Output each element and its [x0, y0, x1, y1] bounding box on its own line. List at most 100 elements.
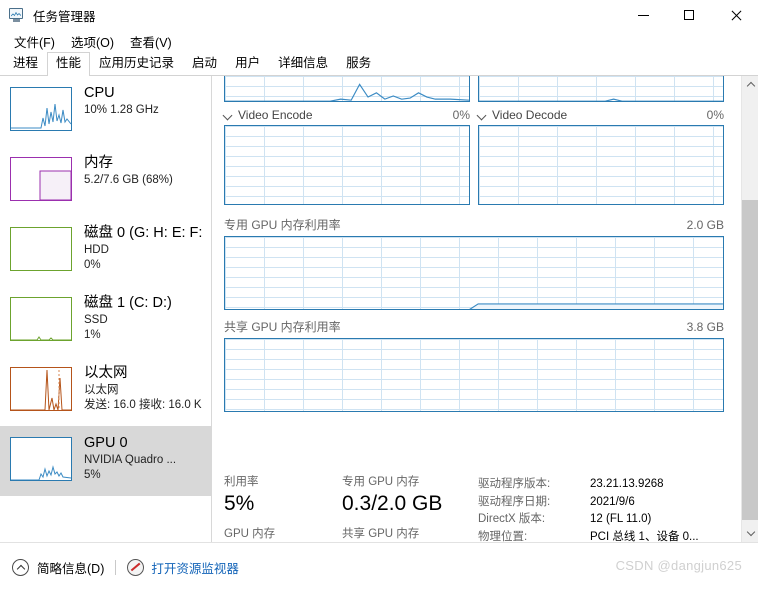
menu-bar: 文件(F) 选项(O) 查看(V) — [0, 30, 758, 52]
stat-value: 0.3/2.0 GB — [342, 492, 443, 515]
dedicated-gpu-memory-graph-wrap — [212, 236, 736, 310]
sidebar-item-gpu0[interactable]: GPU 0 NVIDIA Quadro ... 5% — [0, 426, 211, 496]
shared-gpu-memory-header: 共享 GPU 内存利用率 3.8 GB — [212, 315, 736, 338]
watermark: CSDN @dangjun625 — [615, 558, 742, 573]
sidebar-item-disk0[interactable]: 磁盘 0 (G: H: E: F: HDD 0% — [0, 216, 211, 286]
disk1-thumbnail-graph — [10, 297, 72, 341]
graph-plot-area — [469, 303, 723, 309]
close-icon — [730, 10, 741, 21]
tab-app-history[interactable]: 应用历史记录 — [90, 52, 183, 75]
sidebar-item-label: 磁盘 0 (G: H: E: F: — [84, 225, 203, 241]
gpu-stats: 利用率 5% GPU 内存 0.4/5.8 GB 专用 GPU 内存 0.3/2… — [212, 474, 736, 542]
chevron-down-icon[interactable] — [478, 111, 487, 120]
ethernet-thumbnail-graph — [10, 367, 72, 411]
stat-label: GPU 内存 — [224, 528, 276, 540]
sidebar-item-label: 磁盘 1 (C: D:) — [84, 295, 172, 311]
maximize-button[interactable] — [666, 0, 712, 30]
detail-value: 23.21.13.9268 — [590, 478, 664, 490]
minimize-button[interactable] — [620, 0, 666, 30]
sidebar-text-disk1: 磁盘 1 (C: D:) SSD 1% — [84, 294, 205, 343]
detail-key: DirectX 版本: — [478, 513, 546, 525]
tab-users[interactable]: 用户 — [226, 52, 269, 75]
status-divider — [115, 559, 117, 575]
shared-gpu-memory-graph — [224, 338, 724, 412]
gpu0-thumbnail-graph — [10, 437, 72, 481]
dedicated-gpu-memory-max: 2.0 GB — [686, 217, 724, 232]
sidebar-text-ethernet: 以太网 以太网 发送: 16.0 接收: 16.0 K — [84, 364, 205, 413]
open-resource-monitor-link[interactable]: 打开资源监视器 — [151, 558, 239, 577]
window-title: 任务管理器 — [33, 9, 96, 24]
scroll-up-button[interactable] — [742, 76, 758, 93]
memory-thumbnail-graph — [10, 157, 72, 201]
detail-key: 驱动程序日期: — [478, 495, 551, 508]
sidebar-item-sub1: 以太网 — [84, 384, 119, 396]
close-button[interactable] — [712, 0, 758, 30]
fewer-details-label[interactable]: 简略信息(D) — [37, 558, 104, 577]
stat-utilization: 利用率 5% — [224, 474, 342, 517]
video-encode-value: 0% — [452, 108, 470, 122]
graph-col-3d-clipped — [224, 76, 470, 102]
graph-col-video-encode: Video Encode 0% — [224, 106, 470, 205]
sidebar-item-sub1: HDD — [84, 244, 109, 256]
sidebar-item-ethernet[interactable]: 以太网 以太网 发送: 16.0 接收: 16.0 K — [0, 356, 211, 426]
vertical-scrollbar[interactable] — [741, 76, 758, 542]
sidebar-text-disk0: 磁盘 0 (G: H: E: F: HDD 0% — [84, 224, 205, 273]
sidebar-item-sub2: 5% — [84, 469, 101, 481]
stat-value: 5% — [224, 492, 255, 515]
tab-services[interactable]: 服务 — [337, 52, 380, 75]
video-decode-label: Video Decode — [492, 108, 568, 122]
detail-key: 物理位置: — [478, 530, 528, 543]
maximize-icon — [684, 10, 694, 20]
tab-startup[interactable]: 启动 — [183, 52, 226, 75]
gpu-device-details: 驱动程序版本: 23.21.13.9268 驱动程序日期: 2021/9/6 D… — [470, 474, 736, 542]
tab-performance[interactable]: 性能 — [47, 52, 91, 76]
detail-value: 2021/9/6 — [590, 495, 635, 508]
sidebar-item-label: 内存 — [84, 155, 113, 171]
task-manager-icon — [8, 7, 25, 24]
sidebar-item-sub1: 10% 1.28 GHz — [84, 104, 159, 116]
stat-dedicated-gpu-memory: 专用 GPU 内存 0.3/2.0 GB — [342, 474, 470, 517]
minimize-icon — [637, 14, 649, 16]
tab-strip: 进程 性能 应用历史记录 启动 用户 详细信息 服务 — [0, 52, 758, 76]
sidebar-item-memory[interactable]: 内存 5.2/7.6 GB (68%) — [0, 146, 211, 216]
menu-view[interactable]: 查看(V) — [122, 30, 180, 53]
graph-plot-line — [479, 98, 723, 101]
gpu-detail-panel: Video Encode 0% Video Decode 0% 专用 GPU 内… — [212, 76, 758, 542]
chevron-down-icon[interactable] — [224, 111, 233, 120]
gpu-detail-scroll-content: Video Encode 0% Video Decode 0% 专用 GPU 内… — [212, 76, 736, 542]
graph-plot-line — [479, 126, 723, 205]
dedicated-gpu-memory-header: 专用 GPU 内存利用率 2.0 GB — [212, 213, 736, 236]
detail-key: 驱动程序版本: — [478, 478, 551, 490]
sidebar-item-cpu[interactable]: CPU 10% 1.28 GHz — [0, 76, 211, 146]
graph-plot-line — [225, 83, 469, 101]
scrollbar-thumb[interactable] — [742, 200, 758, 520]
engine-graph-3d — [224, 76, 470, 102]
resource-monitor-icon[interactable] — [127, 558, 145, 576]
detail-row: DirectX 版本: 12 (FL 11.0) — [478, 511, 736, 529]
chevron-up-circle-icon[interactable] — [12, 558, 29, 576]
graph-col-video-decode: Video Decode 0% — [478, 106, 724, 205]
detail-row: 驱动程序版本: 23.21.13.9268 — [478, 476, 736, 494]
tab-processes[interactable]: 进程 — [4, 52, 47, 75]
video-decode-label-group[interactable]: Video Decode — [478, 108, 567, 122]
stat-col-left: 利用率 5% GPU 内存 0.4/5.8 GB — [224, 474, 342, 542]
sidebar-item-sub1: NVIDIA Quadro ... — [84, 454, 177, 466]
stat-gpu-memory: GPU 内存 0.4/5.8 GB — [224, 526, 342, 542]
sidebar-item-disk1[interactable]: 磁盘 1 (C: D:) SSD 1% — [0, 286, 211, 356]
engine-graph-row: Video Encode 0% Video Decode 0% — [212, 106, 736, 205]
scroll-down-button[interactable] — [742, 525, 758, 542]
menu-options[interactable]: 选项(O) — [63, 30, 122, 53]
graph-col-copy-clipped — [478, 76, 724, 102]
engine-graph-row-clipped — [212, 76, 736, 102]
video-decode-value: 0% — [706, 108, 724, 122]
stat-label: 利用率 — [224, 476, 259, 488]
menu-file[interactable]: 文件(F) — [6, 30, 63, 53]
chevron-down-icon — [746, 527, 755, 537]
detail-row: 物理位置: PCI 总线 1、设备 0... — [478, 529, 736, 543]
sidebar-item-sub2: 1% — [84, 329, 101, 341]
tab-details[interactable]: 详细信息 — [269, 52, 337, 75]
detail-row: 驱动程序日期: 2021/9/6 — [478, 494, 736, 512]
sidebar-text-cpu: CPU 10% 1.28 GHz — [84, 84, 205, 118]
sidebar-item-label: GPU 0 — [84, 435, 128, 451]
video-encode-label-group[interactable]: Video Encode — [224, 108, 313, 122]
